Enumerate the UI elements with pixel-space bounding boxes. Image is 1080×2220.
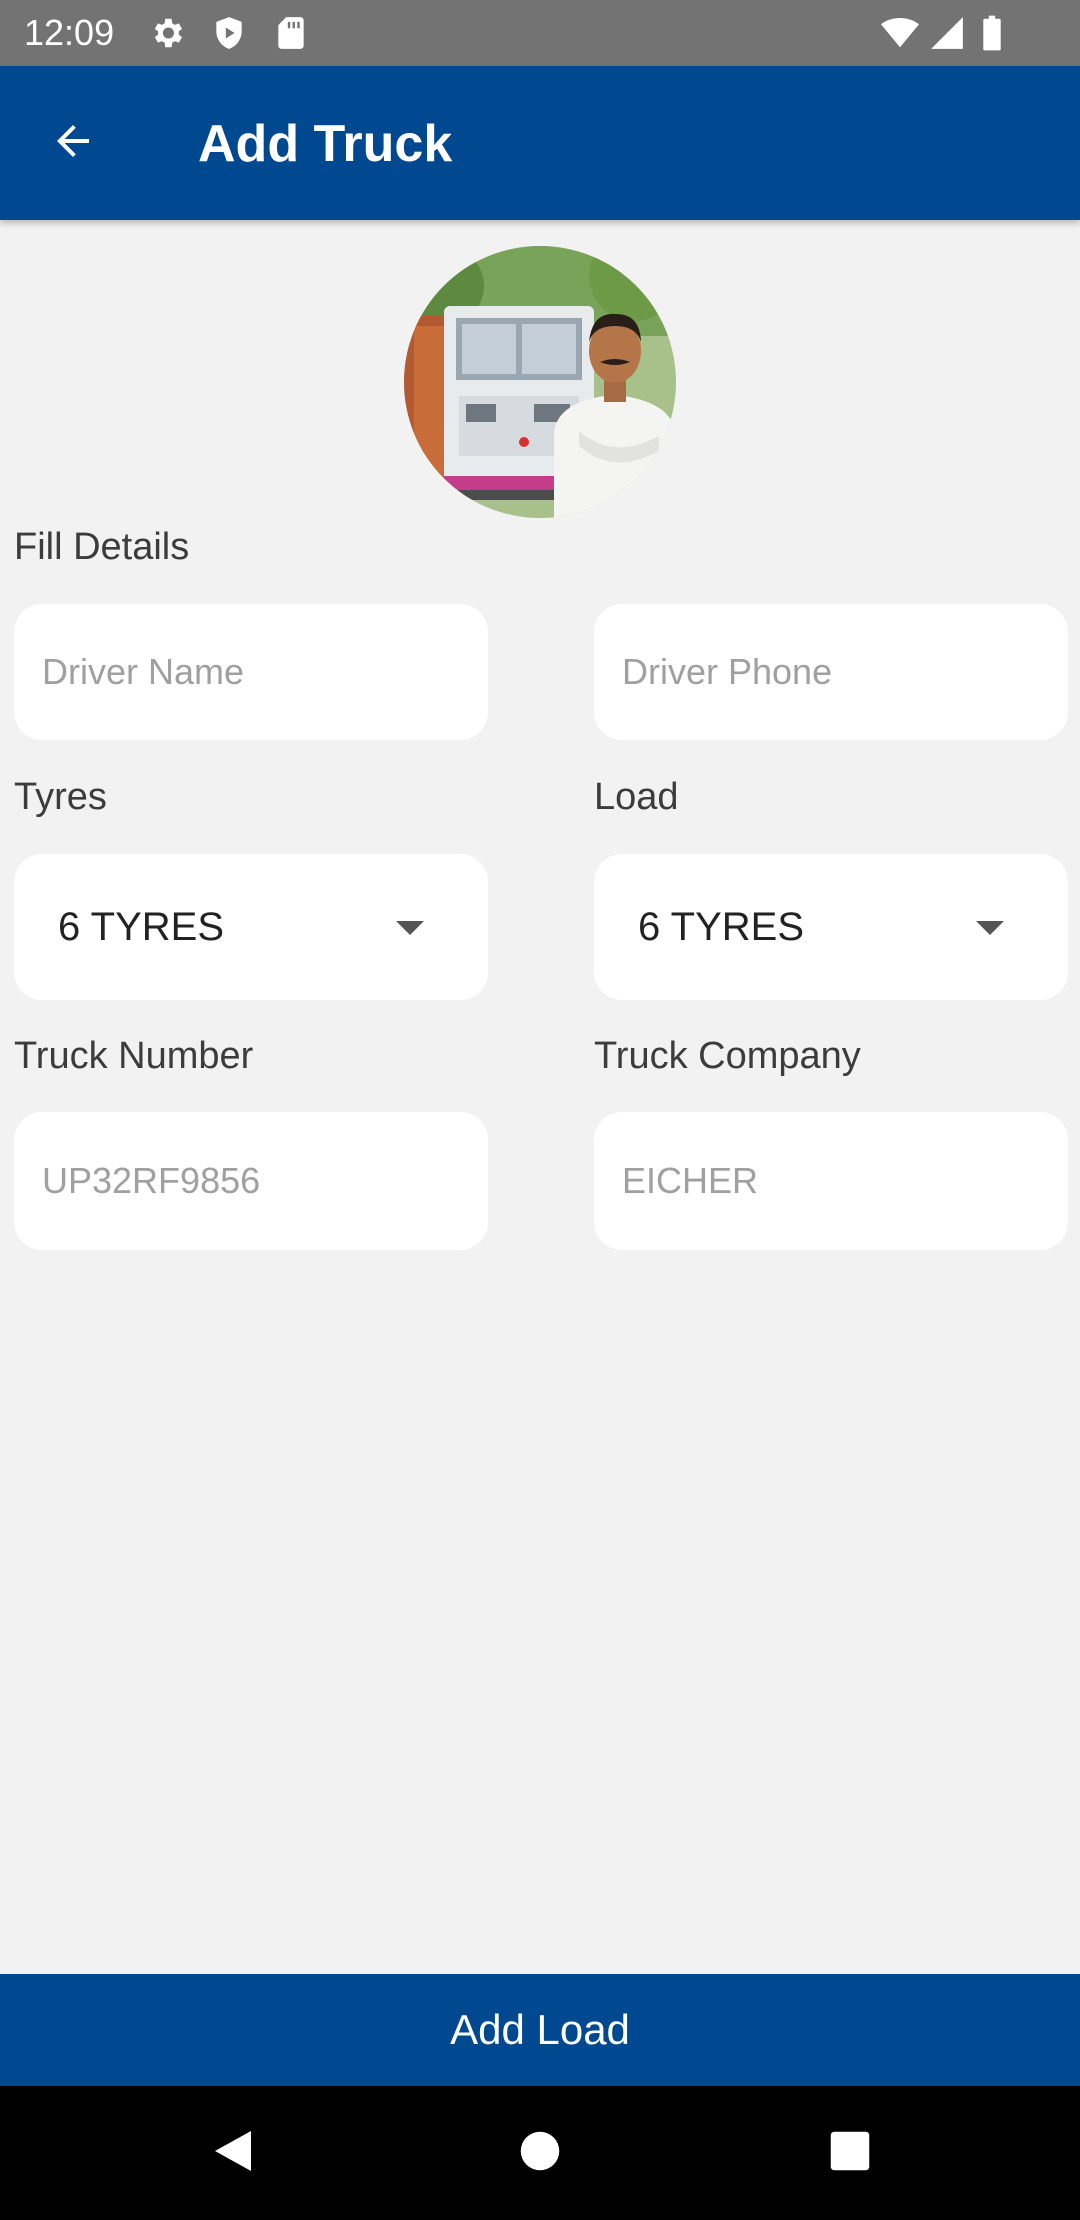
nav-home-button[interactable] — [507, 2120, 573, 2186]
recents-square-icon — [829, 2130, 871, 2177]
arrow-left-icon — [49, 117, 97, 170]
tyres-dropdown[interactable]: 6 TYRES — [14, 854, 488, 1000]
driver-truck-photo — [404, 246, 676, 518]
load-label: Load — [594, 776, 679, 818]
home-circle-icon — [519, 2130, 561, 2177]
nav-back-button[interactable] — [200, 2120, 266, 2186]
load-dropdown[interactable]: 6 TYRES — [594, 854, 1068, 1000]
status-time: 12:09 — [24, 12, 115, 53]
dropdown-arrow-icon — [396, 921, 424, 935]
section-label: Fill Details — [14, 526, 190, 568]
page-title: Add Truck — [198, 115, 453, 173]
driver-phone-input[interactable] — [594, 604, 1068, 740]
shield-icon — [210, 14, 248, 52]
driver-phone-field-container — [594, 604, 1068, 740]
truck-company-field-container — [594, 1112, 1068, 1250]
nav-recents-button[interactable] — [817, 2120, 883, 2186]
truck-number-label: Truck Number — [14, 1035, 254, 1077]
add-load-button[interactable]: Add Load — [0, 1974, 1080, 2086]
tyres-selected-value: 6 TYRES — [58, 904, 224, 949]
signal-icon — [928, 14, 966, 52]
app-bar: Add Truck — [0, 66, 1080, 220]
sd-card-icon — [272, 14, 310, 52]
driver-name-input[interactable] — [14, 604, 488, 740]
wifi-icon — [880, 14, 919, 52]
dropdown-arrow-icon — [976, 921, 1004, 935]
truck-number-input[interactable] — [14, 1112, 488, 1250]
load-selected-value: 6 TYRES — [638, 904, 804, 949]
truck-number-field-container — [14, 1112, 488, 1250]
truck-company-input[interactable] — [594, 1112, 1068, 1250]
back-button[interactable] — [38, 108, 108, 178]
avatar[interactable] — [404, 246, 676, 518]
back-triangle-icon — [211, 2127, 255, 2180]
truck-company-label: Truck Company — [594, 1035, 861, 1077]
tyres-label: Tyres — [14, 776, 107, 818]
system-nav-bar — [0, 2086, 1080, 2220]
driver-name-field-container — [14, 604, 488, 740]
battery-icon — [980, 14, 1004, 52]
gear-icon — [148, 14, 186, 52]
status-bar: 12:09 — [0, 0, 1080, 66]
